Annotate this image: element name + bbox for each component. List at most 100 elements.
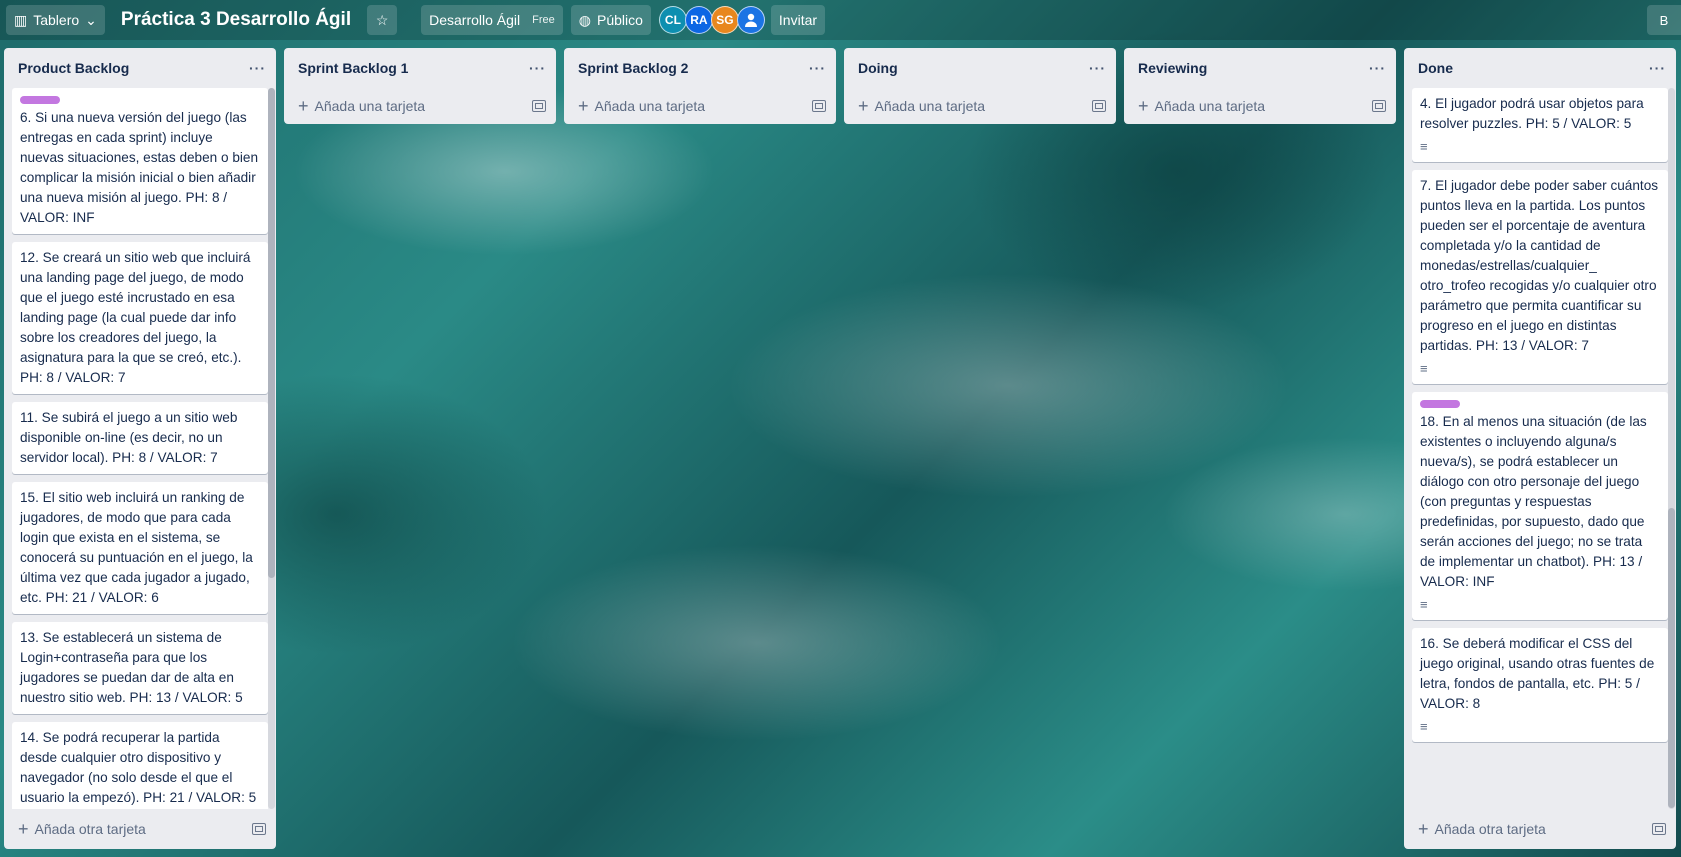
add-card-button[interactable]: + Añada una tarjeta — [298, 97, 425, 115]
plan-badge: Free — [532, 14, 555, 26]
add-card-button[interactable]: + Añada una tarjeta — [858, 97, 985, 115]
list-header[interactable]: Doing ··· — [844, 48, 1116, 88]
card-container: 4. El jugador podrá usar objetos para re… — [1404, 88, 1676, 809]
list-footer: + Añada una tarjeta — [564, 88, 836, 124]
list-title[interactable]: Product Backlog — [18, 60, 129, 76]
list-title[interactable]: Sprint Backlog 1 — [298, 60, 408, 76]
avatar-user-icon[interactable] — [736, 6, 765, 34]
invite-label: Invitar — [778, 12, 818, 28]
list-title[interactable]: Doing — [858, 60, 898, 76]
right-menu-button[interactable]: B — [1647, 5, 1681, 35]
list-title[interactable]: Reviewing — [1138, 60, 1207, 76]
list-menu-icon[interactable]: ··· — [809, 60, 826, 76]
card-template-icon[interactable] — [812, 100, 826, 112]
board-title[interactable]: Práctica 3 Desarrollo Ágil — [113, 9, 359, 31]
list-header[interactable]: Sprint Backlog 2 ··· — [564, 48, 836, 88]
add-card-label: Añada otra tarjeta — [1434, 821, 1546, 837]
plus-icon: + — [298, 96, 309, 116]
plus-icon: + — [18, 819, 29, 839]
card[interactable]: 15. El sitio web incluirá un ranking de … — [12, 482, 268, 614]
description-icon: ≡ — [1420, 597, 1428, 612]
card-title: 18. En al menos una situación (de las ex… — [1420, 414, 1647, 589]
add-card-label: Añada una tarjeta — [874, 98, 986, 114]
list-footer: + Añada una tarjeta — [284, 88, 556, 124]
list-menu-icon[interactable]: ··· — [249, 60, 266, 76]
card-template-icon[interactable] — [252, 823, 266, 835]
card[interactable]: 13. Se establecerá un sistema de Login+c… — [12, 622, 268, 714]
avatar[interactable]: RA — [684, 6, 713, 34]
list-menu-icon[interactable]: ··· — [1369, 60, 1386, 76]
globe-icon: ◍ — [578, 11, 591, 28]
card-template-icon[interactable] — [532, 100, 546, 112]
view-switcher-button[interactable]: ▥ Tablero ⌄ — [6, 5, 105, 35]
card[interactable]: 16. Se deberá modificar el CSS del juego… — [1412, 628, 1668, 742]
list-header[interactable]: Done ··· — [1404, 48, 1676, 88]
add-card-button[interactable]: + Añada una tarjeta — [578, 97, 705, 115]
add-card-button[interactable]: + Añada otra tarjeta — [18, 820, 146, 838]
add-card-label: Añada una tarjeta — [1154, 98, 1266, 114]
visibility-button[interactable]: ◍ Público — [570, 5, 651, 35]
card-title: 12. Se creará un sitio web que incluirá … — [20, 250, 251, 385]
user-icon — [744, 13, 757, 27]
add-card-label: Añada otra tarjeta — [34, 821, 146, 837]
view-switcher-label: Tablero — [33, 12, 80, 28]
description-icon: ≡ — [1420, 139, 1428, 154]
board-view-icon: ▥ — [14, 11, 28, 28]
list-menu-icon[interactable]: ··· — [1089, 60, 1106, 76]
list-footer: + Añada una tarjeta — [1124, 88, 1396, 124]
list-product-backlog: Product Backlog ··· 6. Si una nueva vers… — [4, 48, 276, 849]
card-title: 4. El jugador podrá usar objetos para re… — [1420, 96, 1644, 131]
avatar[interactable]: CL — [658, 6, 687, 34]
list-menu-icon[interactable]: ··· — [1649, 60, 1666, 76]
workspace-button[interactable]: Desarrollo Ágil Free — [421, 5, 563, 35]
plus-icon: + — [1418, 819, 1429, 839]
avatar[interactable]: SG — [710, 6, 739, 34]
card-title: 11. Se subirá el juego a un sitio web di… — [20, 410, 238, 465]
right-menu-label: B — [1659, 12, 1669, 28]
card-label[interactable] — [1420, 400, 1460, 408]
card-template-icon[interactable] — [1092, 100, 1106, 112]
list-sprint-backlog-1: Sprint Backlog 1 ··· + Añada una tarjeta — [284, 48, 556, 124]
card-template-icon[interactable] — [1372, 100, 1386, 112]
card[interactable]: 7. El jugador debe poder saber cuántos p… — [1412, 170, 1668, 384]
workspace-name: Desarrollo Ágil — [429, 12, 521, 28]
add-card-button[interactable]: + Añada otra tarjeta — [1418, 820, 1546, 838]
add-card-button[interactable]: + Añada una tarjeta — [1138, 97, 1265, 115]
list-doing: Doing ··· + Añada una tarjeta — [844, 48, 1116, 124]
card-title: 15. El sitio web incluirá un ranking de … — [20, 490, 253, 605]
scrollbar-thumb[interactable] — [268, 88, 275, 578]
card-title: 7. El jugador debe poder saber cuántos p… — [1420, 178, 1659, 353]
board-lists: Product Backlog ··· 6. Si una nueva vers… — [4, 48, 1676, 849]
plus-icon: + — [858, 96, 869, 116]
list-title[interactable]: Done — [1418, 60, 1453, 76]
scrollbar-thumb[interactable] — [1668, 508, 1675, 808]
card[interactable]: 6. Si una nueva versión del juego (las e… — [12, 88, 268, 234]
list-sprint-backlog-2: Sprint Backlog 2 ··· + Añada una tarjeta — [564, 48, 836, 124]
card[interactable]: 11. Se subirá el juego a un sitio web di… — [12, 402, 268, 474]
description-icon: ≡ — [1420, 361, 1428, 376]
list-menu-icon[interactable]: ··· — [529, 60, 546, 76]
plus-icon: + — [578, 96, 589, 116]
list-done: Done ··· 4. El jugador podrá usar objeto… — [1404, 48, 1676, 849]
add-card-label: Añada una tarjeta — [314, 98, 426, 114]
card-template-icon[interactable] — [1652, 823, 1666, 835]
add-card-label: Añada una tarjeta — [594, 98, 706, 114]
card-title: 14. Se podrá recuperar la partida desde … — [20, 730, 257, 805]
list-reviewing: Reviewing ··· + Añada una tarjeta — [1124, 48, 1396, 124]
card[interactable]: 14. Se podrá recuperar la partida desde … — [12, 722, 268, 809]
card-label[interactable] — [20, 96, 60, 104]
list-header[interactable]: Reviewing ··· — [1124, 48, 1396, 88]
invite-button[interactable]: Invitar — [770, 5, 826, 35]
list-header[interactable]: Product Backlog ··· — [4, 48, 276, 88]
card[interactable]: 4. El jugador podrá usar objetos para re… — [1412, 88, 1668, 162]
star-button[interactable]: ☆ — [367, 5, 398, 35]
card-title: 6. Si una nueva versión del juego (las e… — [20, 110, 259, 225]
list-title[interactable]: Sprint Backlog 2 — [578, 60, 688, 76]
card[interactable]: 18. En al menos una situación (de las ex… — [1412, 392, 1668, 620]
list-footer: + Añada una tarjeta — [844, 88, 1116, 124]
description-icon: ≡ — [1420, 719, 1428, 734]
card[interactable]: 12. Se creará un sitio web que incluirá … — [12, 242, 268, 394]
list-header[interactable]: Sprint Backlog 1 ··· — [284, 48, 556, 88]
card-title: 13. Se establecerá un sistema de Login+c… — [20, 630, 243, 705]
member-avatars: CL RA SG — [658, 6, 765, 34]
